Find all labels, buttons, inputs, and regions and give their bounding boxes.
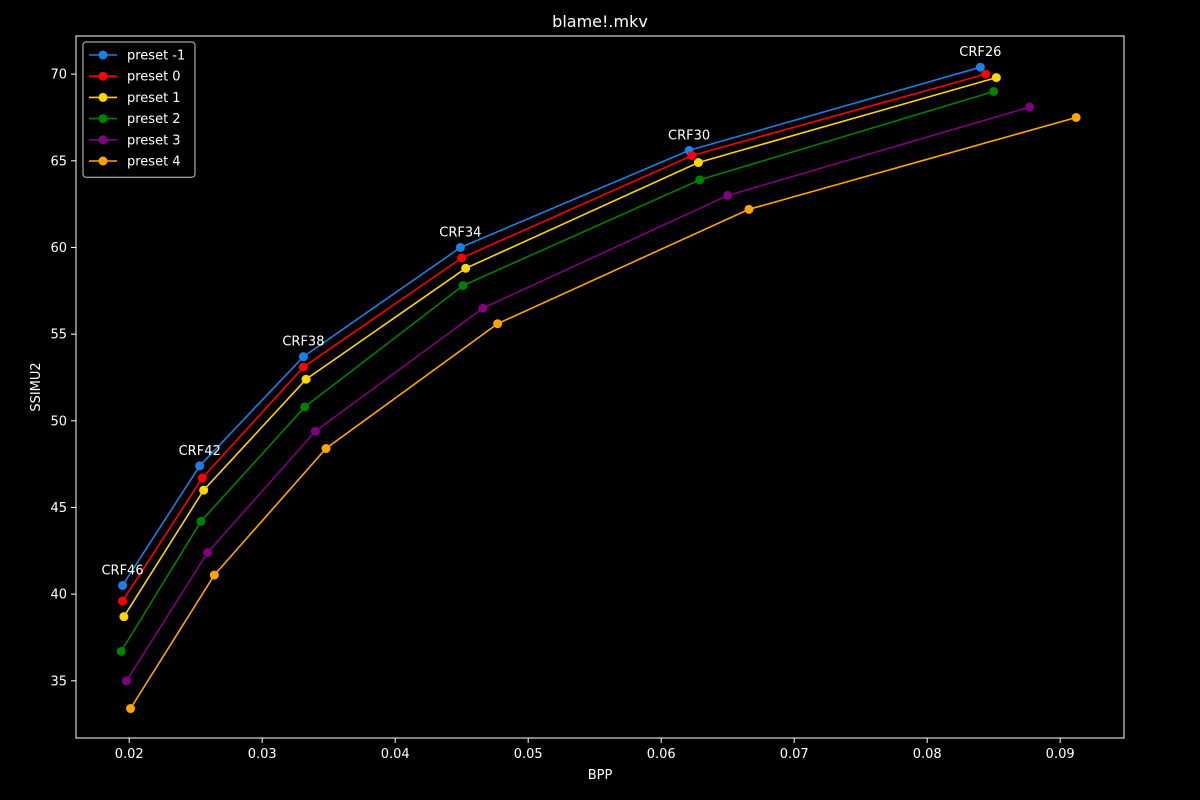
legend-marker (98, 114, 108, 124)
data-point (693, 158, 703, 168)
data-point (195, 461, 205, 471)
data-point (991, 73, 1001, 83)
data-point (116, 646, 126, 656)
data-point (310, 426, 320, 436)
x-tick-label: 0.07 (780, 747, 809, 762)
crf-annotation: CRF46 (101, 563, 143, 578)
x-tick-label: 0.03 (248, 747, 277, 762)
data-point (298, 362, 308, 372)
legend-marker (98, 135, 108, 145)
chart-title: blame!.mkv (552, 12, 648, 31)
crf-annotation: CRF34 (439, 225, 481, 240)
legend-marker (98, 50, 108, 60)
data-point (493, 319, 503, 329)
crf-annotation: CRF26 (959, 45, 1001, 60)
y-tick-label: 45 (50, 501, 67, 516)
data-point (695, 175, 705, 185)
data-point (744, 204, 754, 214)
series-line (121, 73, 986, 602)
data-point (457, 253, 467, 263)
x-tick-label: 0.09 (1046, 747, 1075, 762)
y-tick-label: 35 (50, 674, 67, 689)
x-axis-label: BPP (588, 768, 613, 783)
x-tick-label: 0.08 (913, 747, 942, 762)
y-axis-label: SSIMU2 (29, 362, 44, 411)
data-point (321, 444, 331, 454)
plot-area: 0.02 0.03 0.04 0.05 0.06 0.07 0.08 0.09 35 40 45 50… (50, 35, 1125, 762)
chart: blame!.mkv BPP SSIMU2 0.02 0.03 0.04 0.05 0.… (0, 0, 1200, 800)
data-point (478, 303, 488, 313)
x-tick-label: 0.02 (115, 747, 144, 762)
legend-marker (98, 71, 108, 81)
series-line (120, 90, 994, 652)
series-line (125, 106, 1030, 682)
legend-label: preset 3 (127, 133, 181, 148)
y-tick-label: 50 (50, 414, 67, 429)
data-point (298, 352, 308, 362)
data-point (118, 596, 128, 606)
data-point (981, 69, 991, 79)
data-point (122, 676, 132, 686)
x-tick-label: 0.06 (647, 747, 676, 762)
y-tick-label: 65 (50, 154, 67, 169)
data-point (1071, 112, 1081, 122)
data-point (300, 402, 310, 412)
data-point (455, 242, 465, 252)
data-point (461, 263, 471, 273)
data-point (118, 580, 128, 590)
y-tick-label: 60 (50, 241, 67, 256)
y-tick-label: 70 (50, 68, 67, 83)
data-point (196, 516, 206, 526)
data-point (126, 704, 136, 714)
legend-label: preset 0 (127, 70, 181, 85)
data-point (301, 374, 311, 384)
legend-label: preset -1 (127, 49, 185, 64)
data-point (458, 281, 468, 291)
y-tick-label: 55 (50, 328, 67, 343)
crf-annotation: CRF30 (668, 128, 710, 143)
legend-label: preset 2 (127, 112, 181, 127)
data-point (119, 612, 129, 622)
plot-frame (75, 35, 1125, 739)
data-point (989, 86, 999, 96)
legend-label: preset 4 (127, 155, 181, 170)
data-point (687, 151, 697, 161)
series-line (121, 66, 981, 586)
data-point (209, 570, 219, 580)
x-tick-label: 0.05 (514, 747, 543, 762)
legend-marker (98, 92, 108, 102)
legend-label: preset 1 (127, 91, 181, 106)
x-tick-label: 0.04 (381, 747, 410, 762)
crf-annotation: CRF42 (179, 444, 221, 459)
data-point (203, 548, 213, 558)
line-chart: blame!.mkv BPP SSIMU2 0.02 0.03 0.04 0.05 0.… (29, 12, 1125, 783)
data-point (723, 190, 733, 200)
crf-annotation: CRF38 (282, 335, 324, 350)
series-line (123, 76, 997, 618)
data-point (199, 485, 209, 495)
y-tick-label: 40 (50, 588, 67, 603)
legend-marker (98, 156, 108, 166)
data-point (197, 473, 207, 483)
data-point (1025, 102, 1035, 112)
